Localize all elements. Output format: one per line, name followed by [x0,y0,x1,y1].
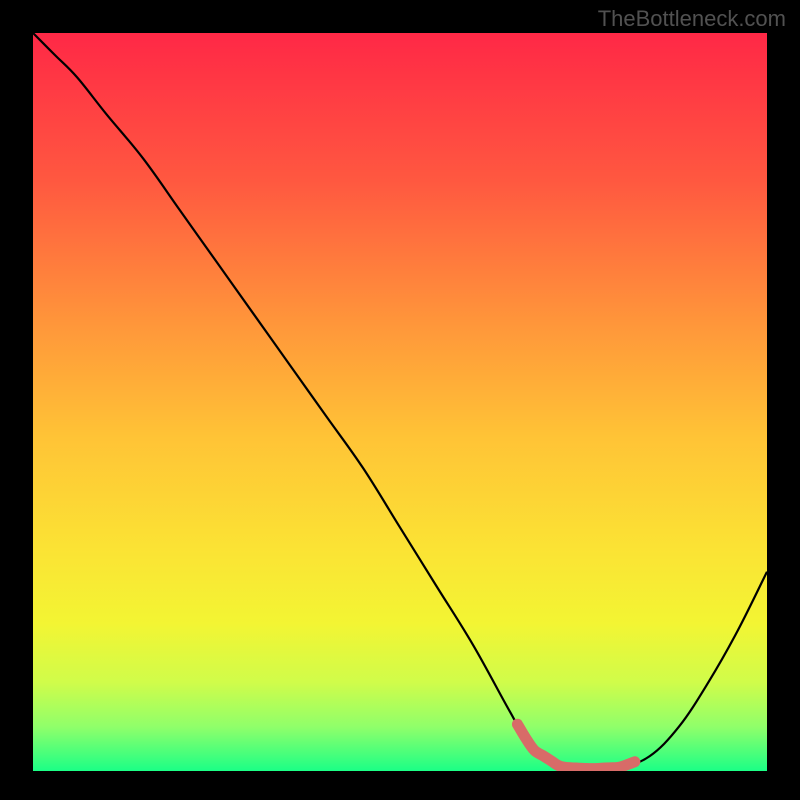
watermark-text: TheBottleneck.com [598,6,786,32]
chart-background [33,33,767,771]
chart-plot-area [33,33,767,771]
chart-svg [33,33,767,771]
